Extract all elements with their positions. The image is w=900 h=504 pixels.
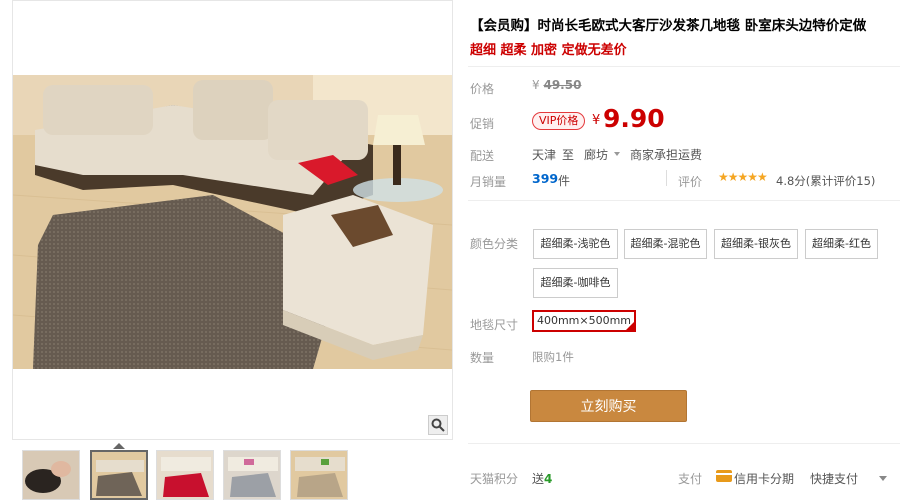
sales-unit: 件 — [558, 174, 571, 188]
main-product-image[interactable] — [12, 0, 453, 440]
thumbnail-5[interactable] — [290, 450, 348, 500]
thumbnail-4[interactable] — [223, 450, 281, 500]
credit-card-icon — [716, 470, 732, 482]
points-number: 4 — [544, 472, 553, 486]
divider — [468, 443, 900, 444]
color-option-2[interactable]: 超细柔-混驼色 — [624, 229, 707, 259]
star-rating-icon: ★★★★★ — [718, 170, 768, 184]
product-title: 【会员购】时尚长毛欧式大客厅沙发茶几地毯 卧室床头边特价定做 — [470, 18, 867, 34]
monthly-sales-count: 399 — [532, 171, 559, 186]
size-label: 地毯尺寸 — [470, 318, 519, 332]
living-room-photo — [13, 75, 452, 369]
chevron-down-icon[interactable] — [614, 152, 620, 156]
pay-label: 支付 — [678, 472, 703, 486]
points-value: 送4 — [532, 470, 552, 487]
product-gallery — [12, 0, 453, 504]
quantity-limit: 限购1件 — [532, 350, 574, 364]
vip-price-badge: VIP价格 — [532, 112, 586, 130]
zoom-button[interactable] — [428, 415, 448, 435]
shipping-note: 商家承担运费 — [630, 148, 703, 162]
promo-label: 促销 — [470, 117, 495, 131]
divider — [468, 200, 900, 201]
ship-destination[interactable]: 廊坊 — [584, 146, 608, 163]
buy-now-button[interactable]: 立刻购买 — [530, 390, 687, 422]
ship-from: 天津 — [532, 148, 557, 162]
vertical-divider — [666, 170, 667, 186]
product-info-panel: 【会员购】时尚长毛欧式大客厅沙发茶几地毯 卧室床头边特价定做 超细 超柔 加密 … — [468, 0, 900, 504]
currency-symbol: ¥ — [532, 78, 540, 92]
thumbnail-3[interactable] — [156, 450, 214, 500]
credit-card-installment[interactable]: 信用卡分期 — [734, 470, 794, 487]
magnifier-icon — [431, 418, 445, 432]
original-price-value: 49.50 — [543, 78, 582, 92]
active-thumb-caret — [113, 443, 125, 449]
color-option-4[interactable]: 超细柔-红色 — [805, 229, 878, 259]
color-option-1[interactable]: 超细柔-浅驼色 — [533, 229, 618, 259]
size-option-selected[interactable]: 400mm×500mm — [532, 310, 636, 332]
color-label: 颜色分类 — [470, 237, 519, 251]
points-prefix: 送 — [532, 472, 545, 486]
quantity-label: 数量 — [470, 351, 495, 365]
size-option-text: 400mm×500mm — [536, 314, 632, 327]
currency-symbol: ¥ — [592, 113, 601, 128]
promo-price: 9.90 — [603, 104, 665, 133]
thumbnail-2[interactable] — [90, 450, 148, 500]
selected-check-icon — [626, 322, 634, 330]
thumbnail-strip — [22, 443, 462, 504]
chevron-down-icon[interactable] — [879, 476, 887, 481]
shipping-label: 配送 — [470, 149, 495, 163]
rating-value-link[interactable]: 4.8分(累计评价15) — [776, 173, 875, 189]
quick-pay[interactable]: 快捷支付 — [810, 470, 858, 487]
color-option-5[interactable]: 超细柔-咖啡色 — [533, 268, 618, 298]
thumbnail-1[interactable] — [22, 450, 80, 500]
divider — [468, 66, 900, 67]
color-option-3[interactable]: 超细柔-银灰色 — [714, 229, 798, 259]
ship-to-word: 至 — [562, 148, 575, 162]
product-subtitle: 超细 超柔 加密 定做无差价 — [470, 43, 627, 58]
points-label: 天猫积分 — [470, 472, 519, 486]
sales-label: 月销量 — [470, 175, 507, 189]
price-label: 价格 — [470, 82, 495, 96]
original-price: ¥ 49.50 — [532, 78, 581, 92]
rating-label: 评价 — [678, 175, 703, 189]
